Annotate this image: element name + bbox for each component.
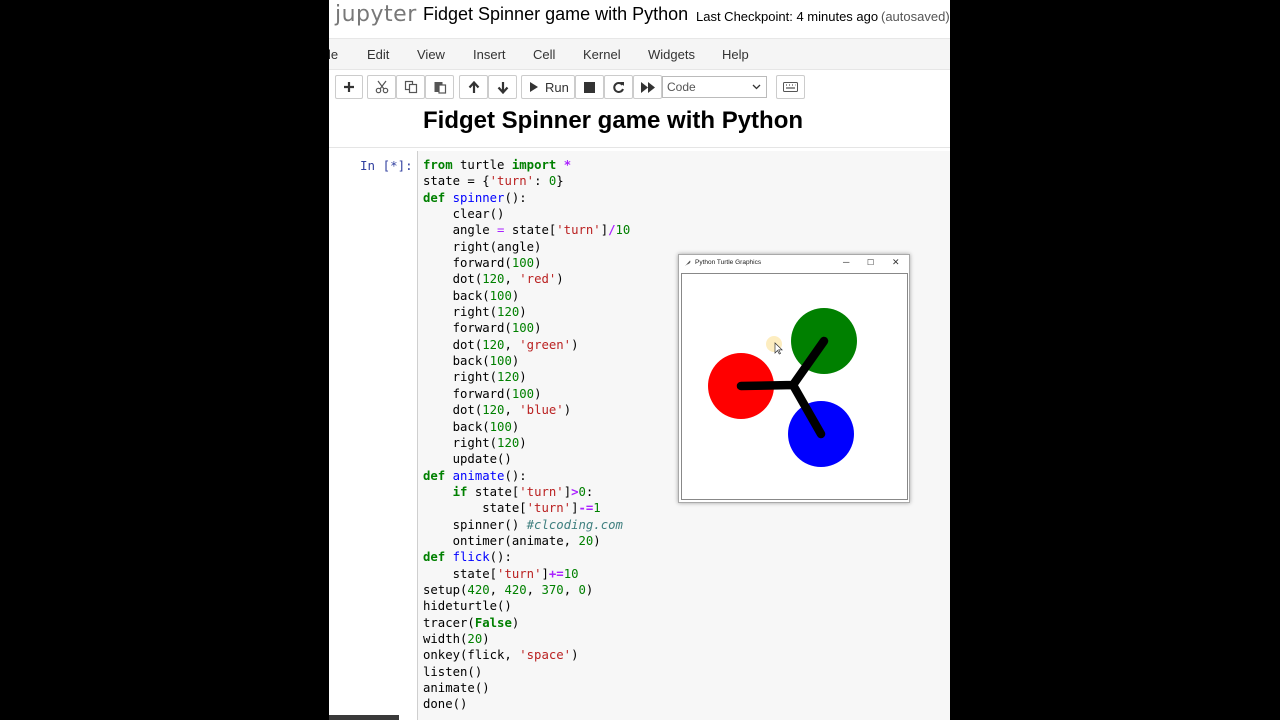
insert-cell-button[interactable] bbox=[335, 75, 363, 99]
spinner-arms bbox=[736, 336, 829, 439]
keyboard-icon bbox=[783, 82, 798, 92]
autosave-status: (autosaved) bbox=[881, 9, 950, 24]
chevron-down-icon bbox=[752, 77, 761, 105]
menu-file[interactable]: le bbox=[329, 47, 338, 62]
markdown-cell[interactable]: Fidget Spinner game with Python bbox=[329, 104, 950, 148]
menu-kernel[interactable]: Kernel bbox=[583, 47, 621, 62]
menu-cell[interactable]: Cell bbox=[533, 47, 555, 62]
cell-type-value: Code bbox=[667, 80, 696, 94]
menu-widgets[interactable]: Widgets bbox=[648, 47, 695, 62]
scissors-icon bbox=[375, 80, 388, 94]
restart-button[interactable] bbox=[604, 75, 633, 99]
run-button[interactable]: Run bbox=[521, 75, 575, 99]
turtle-title-bar[interactable]: Python Turtle Graphics ─ ☐ ✕ bbox=[679, 255, 909, 273]
turtle-canvas[interactable] bbox=[681, 273, 908, 500]
jupyter-logo[interactable]: jupyter bbox=[335, 2, 417, 27]
command-palette-button[interactable] bbox=[776, 75, 805, 99]
interrupt-button[interactable] bbox=[575, 75, 604, 99]
restart-icon bbox=[613, 81, 624, 93]
fast-forward-icon bbox=[640, 81, 655, 93]
run-label: Run bbox=[545, 79, 569, 95]
turtle-window-title: Python Turtle Graphics bbox=[695, 259, 762, 266]
fidget-spinner-drawing bbox=[708, 308, 857, 467]
cut-button[interactable] bbox=[367, 75, 396, 99]
code-text: from turtle import * state = {'turn': 0}… bbox=[423, 158, 631, 712]
copy-button[interactable] bbox=[396, 75, 425, 99]
menu-help[interactable]: Help bbox=[722, 47, 749, 62]
copy-icon bbox=[404, 80, 417, 94]
minimize-icon[interactable]: ─ bbox=[843, 257, 849, 267]
maximize-icon[interactable]: ☐ bbox=[867, 258, 874, 267]
plus-icon bbox=[344, 82, 354, 92]
turtle-window[interactable]: Python Turtle Graphics ─ ☐ ✕ bbox=[678, 254, 910, 503]
paste-button[interactable] bbox=[425, 75, 454, 99]
feather-icon bbox=[685, 260, 691, 266]
menu-insert[interactable]: Insert bbox=[473, 47, 506, 62]
toolbar: Run Code bbox=[329, 70, 950, 106]
arrow-down-icon bbox=[497, 81, 508, 94]
paste-icon bbox=[434, 82, 446, 94]
cell-type-select[interactable]: Code bbox=[662, 76, 767, 98]
menu-view[interactable]: View bbox=[417, 47, 445, 62]
stop-icon bbox=[584, 81, 595, 93]
restart-run-all-button[interactable] bbox=[633, 75, 662, 99]
arrow-up-icon bbox=[468, 80, 479, 93]
cell-prompt: In [*]: bbox=[360, 158, 413, 173]
play-icon bbox=[530, 82, 538, 92]
notebook-title[interactable]: Fidget Spinner game with Python bbox=[423, 4, 688, 25]
status-sliver bbox=[329, 715, 399, 720]
close-icon[interactable]: ✕ bbox=[892, 257, 900, 268]
markdown-heading: Fidget Spinner game with Python bbox=[423, 107, 804, 134]
move-up-button[interactable] bbox=[459, 75, 488, 99]
menubar: le Edit View Insert Cell Kernel Widgets … bbox=[329, 38, 950, 70]
menu-edit[interactable]: Edit bbox=[367, 47, 389, 62]
notebook-header: jupyter Fidget Spinner game with Python … bbox=[329, 0, 950, 38]
move-down-button[interactable] bbox=[488, 75, 517, 99]
last-checkpoint: Last Checkpoint: 4 minutes ago bbox=[696, 9, 879, 24]
